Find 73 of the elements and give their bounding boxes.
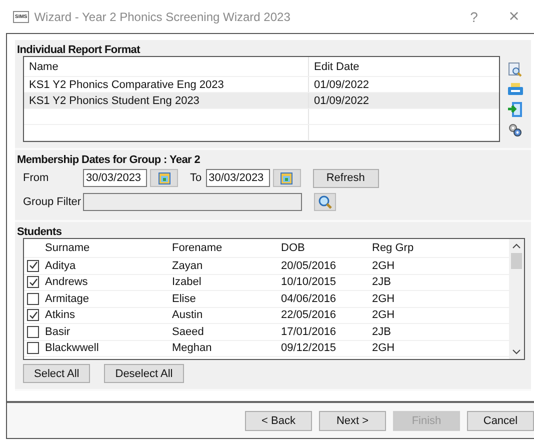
checkbox[interactable]	[27, 260, 39, 272]
table-cell-text: Elise	[172, 292, 197, 305]
table-cell-text: 10/10/2015	[281, 276, 338, 288]
select-all-button[interactable]: Select All	[23, 364, 90, 383]
table-cell-text: 2JB	[372, 276, 392, 288]
column-header: Surname	[44, 242, 91, 254]
field-label: To	[190, 172, 202, 184]
section-heading: Students	[17, 226, 63, 238]
wizard-button[interactable]: Cancel	[467, 410, 534, 430]
calendar-button[interactable]	[150, 169, 178, 187]
date-field[interactable]: 30/03/2023	[83, 169, 147, 187]
table-cell-text: 17/01/2016	[281, 326, 338, 338]
printer-icon[interactable]	[508, 83, 523, 96]
checkbox[interactable]	[27, 326, 39, 338]
section-heading: Membership Dates for Group : Year 2	[17, 154, 202, 166]
refresh-button[interactable]: Refresh	[312, 168, 379, 188]
calendar-icon	[158, 172, 170, 184]
table-cell-text: Atkins	[44, 309, 76, 322]
help-button[interactable]: ?	[454, 8, 494, 24]
field-label: Group Filter	[23, 196, 82, 208]
checkbox[interactable]	[27, 342, 39, 354]
import-icon[interactable]	[508, 102, 523, 117]
checkbox[interactable]	[27, 292, 39, 305]
table-cell-text: Saeed	[172, 326, 205, 338]
table-cell-text: 2JB	[372, 326, 392, 338]
search-icon	[318, 195, 332, 209]
preview-icon[interactable]	[508, 62, 522, 77]
checkbox[interactable]	[27, 276, 39, 288]
table-cell-text: 20/05/2016	[281, 260, 338, 272]
scroll-thumb[interactable]	[511, 253, 522, 269]
gears-icon[interactable]	[508, 123, 522, 137]
column-header: Reg Grp	[372, 242, 415, 254]
group-filter-field[interactable]	[83, 193, 302, 211]
close-button[interactable]: ×	[494, 6, 534, 27]
column-header: Name	[24, 57, 309, 76]
edit-date: 01/09/2022	[313, 94, 370, 106]
report-name: KS1 Y2 Phonics Student Eng 2023	[24, 93, 309, 108]
search-button[interactable]	[314, 193, 336, 211]
table-cell-text: Andrews	[44, 276, 89, 288]
table-cell-text: Meghan	[172, 342, 213, 354]
date-field[interactable]: 30/03/2023	[206, 169, 270, 187]
table-cell-text: Armitage	[44, 292, 90, 305]
field-label: From	[23, 172, 50, 184]
scroll-down-icon[interactable]	[512, 349, 521, 355]
deselect-all-button[interactable]: Deselect All	[104, 364, 184, 383]
table-cell-text: Zayan	[172, 260, 204, 272]
scrollbar[interactable]	[509, 239, 524, 359]
section-heading: Individual Report Format	[17, 44, 142, 56]
column-header: Edit Date	[313, 60, 360, 72]
table-cell-text: 09/12/2015	[281, 342, 338, 354]
table-cell-text: Austin	[172, 309, 204, 322]
report-name: KS1 Y2 Phonics Comparative Eng 2023	[24, 77, 309, 92]
report-row[interactable]: KS1 Y2 Phonics Student Eng 2023 01/09/2022	[24, 93, 499, 109]
table-cell-text: 2GH	[372, 309, 396, 322]
table-cell-text: 2GH	[372, 260, 396, 272]
table-cell-text: 2GH	[372, 342, 396, 354]
table-cell-text: Blackwwell	[44, 342, 100, 354]
column-header: Forename	[172, 242, 224, 254]
table-cell-text: Izabel	[172, 276, 202, 288]
checkbox[interactable]	[27, 309, 39, 322]
column-header: DOB	[281, 242, 306, 254]
wizard-button[interactable]: < Back	[245, 410, 312, 430]
table-cell-text: Basir	[44, 326, 72, 338]
wizard-button[interactable]: Next >	[319, 410, 386, 430]
calendar-icon	[280, 172, 294, 184]
table-cell-text: 2GH	[372, 292, 396, 305]
calendar-button[interactable]	[272, 169, 301, 187]
scroll-up-icon[interactable]	[512, 243, 521, 249]
window-title: Wizard - Year 2 Phonics Screening Wizard 2023	[34, 10, 292, 24]
table-cell-text: Aditya	[44, 260, 77, 272]
table-cell-text: 04/06/2016	[281, 292, 338, 305]
table-cell-text: 22/05/2016	[281, 309, 338, 322]
edit-date: 01/09/2022	[313, 78, 370, 90]
